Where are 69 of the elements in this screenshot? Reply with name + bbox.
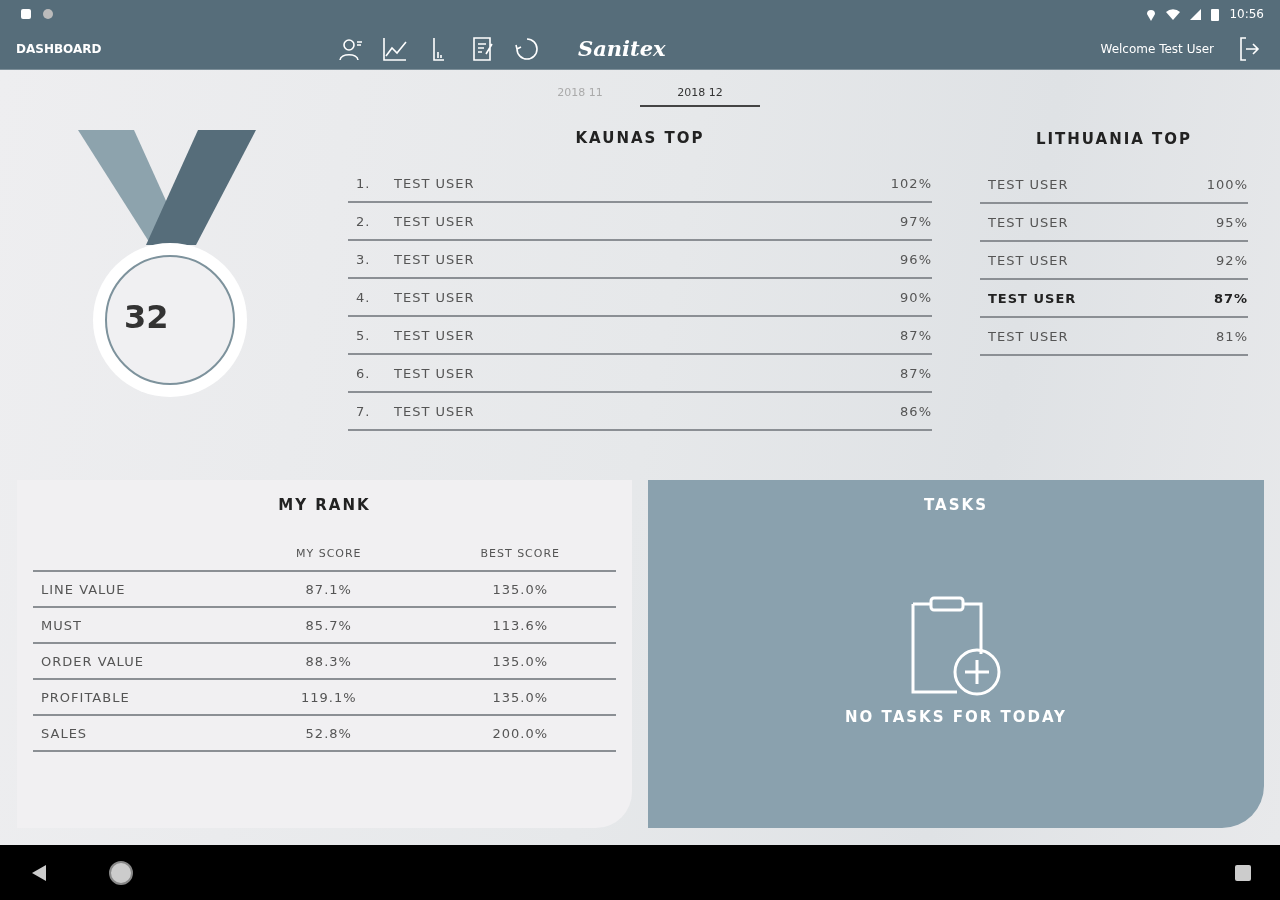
battery-icon [1211,7,1220,21]
user-name: TEST USER [394,327,476,343]
user-name: TEST USER [988,328,1070,344]
user-name: TEST USER [394,365,476,381]
column-header: BEST SCORE [424,536,616,572]
user-name: TEST USER [394,251,476,267]
page-title: DASHBOARD [16,41,103,56]
score: 90% [900,289,932,305]
welcome-text: Welcome Test User [1100,41,1214,56]
list-title: KAUNAS TOP [574,129,706,147]
list-title: LITHUANIA TOP [1034,130,1194,148]
score: 102% [890,175,932,191]
user-name: TEST USER [988,176,1070,192]
table-cell: 135.0% [424,680,616,716]
home-icon[interactable] [108,859,134,886]
table-cell: 135.0% [424,644,616,680]
user-name: TEST USER [988,290,1078,306]
table-cell: 87.1% [233,572,425,608]
user-name: TEST USER [988,252,1070,268]
table-cell: LINE VALUE [33,572,233,608]
period-tab[interactable]: 2018 12 [640,82,760,107]
table-cell: SALES [33,716,233,752]
table-cell: ORDER VALUE [33,644,233,680]
wifi-icon [1166,8,1181,20]
table-cell: 85.7% [233,608,425,644]
table-cell: MUST [33,608,233,644]
notification-icon [20,8,32,20]
user-name: TEST USER [394,403,476,419]
score: 81% [1216,328,1248,344]
table-cell: 119.1% [233,680,425,716]
recents-icon[interactable] [1234,863,1252,882]
score: 86% [900,403,932,419]
user-name: TEST USER [394,289,476,305]
notification-icon [42,8,54,20]
panel-title: TASKS [924,496,988,514]
score: 92% [1216,252,1248,268]
empty-message: NO TASKS FOR TODAY [845,708,1067,726]
brand-logo: Sanitex [578,36,666,61]
score: 97% [900,213,932,229]
place-number: 6. [356,365,372,381]
score: 96% [900,251,932,267]
score: 87% [1213,290,1248,306]
user-name: TEST USER [988,214,1070,230]
signal-icon [1190,8,1202,20]
user-name: TEST USER [394,213,476,229]
place-number: 3. [356,251,372,267]
table-cell: 200.0% [424,716,616,752]
clipboard-add-icon [909,596,1003,698]
score: 100% [1206,176,1248,192]
rank-number: 32 [124,298,169,338]
table-cell: 88.3% [233,644,425,680]
score: 87% [900,327,932,343]
column-header: MY SCORE [233,536,425,572]
table-cell: 52.8% [233,716,425,752]
panel-title: MY RANK [277,496,372,514]
place-number: 2. [356,213,372,229]
user-name: TEST USER [394,175,476,191]
score: 87% [900,365,932,381]
place-number: 5. [356,327,372,343]
status-time: 10:56 [1229,7,1264,21]
table-cell: PROFITABLE [33,680,233,716]
location-icon [1146,7,1157,21]
table-cell: 135.0% [424,572,616,608]
place-number: 7. [356,403,372,419]
back-icon[interactable] [30,863,48,882]
place-number: 4. [356,289,372,305]
table-cell: 113.6% [424,608,616,644]
score: 95% [1216,214,1248,230]
place-number: 1. [356,175,372,191]
